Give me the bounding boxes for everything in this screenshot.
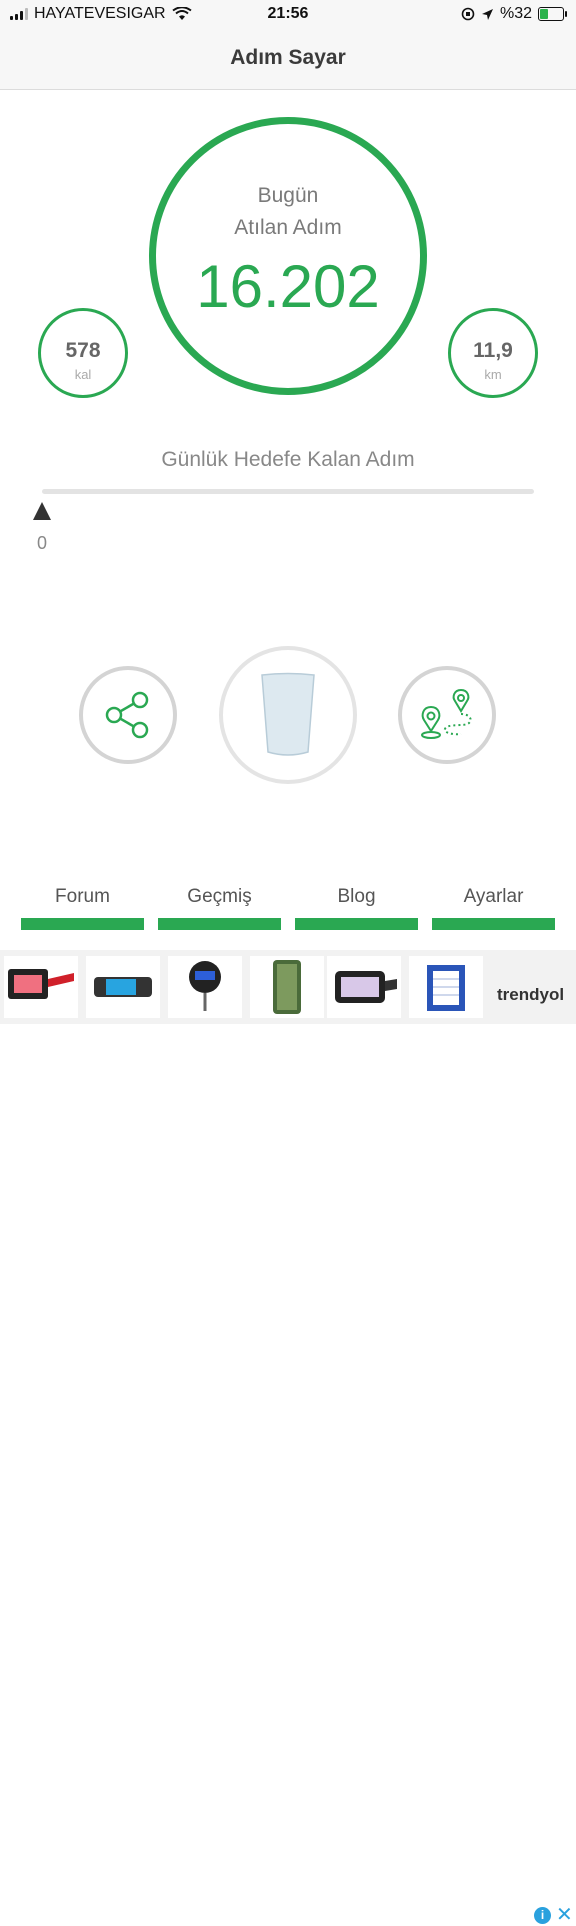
running-belt-image — [8, 969, 74, 999]
ad-brand-logo[interactable]: trendyol — [497, 985, 564, 1005]
ad-product-running-belt[interactable] — [4, 956, 78, 1018]
tab-forum[interactable]: Forum — [21, 886, 144, 930]
water-glass-icon — [261, 672, 315, 756]
tab-blog-label: Blog — [337, 886, 376, 907]
page-title: Adım Sayar — [230, 46, 346, 69]
step-count-circle: Bugün Atılan Adım 16.202 — [149, 117, 427, 395]
tab-blog-indicator — [295, 918, 418, 930]
orientation-lock-icon — [461, 7, 475, 21]
distance-circle: 11,9 km — [448, 308, 538, 398]
route-map-button[interactable] — [398, 666, 496, 764]
distance-value: 11,9 — [473, 339, 513, 362]
location-icon — [481, 8, 493, 20]
today-label: Bugün — [257, 184, 319, 207]
tab-forum-indicator — [21, 918, 144, 930]
goal-remaining-value: 0 — [37, 533, 48, 553]
ad-close-icon[interactable]: ✕ — [556, 1905, 573, 1925]
share-button[interactable] — [79, 666, 177, 764]
calories-value: 578 — [65, 339, 101, 362]
steps-taken-label: Atılan Adım — [234, 216, 342, 239]
calories-unit: kal — [74, 367, 92, 382]
tab-settings-indicator — [432, 918, 555, 930]
ad-product-running-belt-2[interactable] — [327, 956, 401, 1018]
progress-marker-icon — [33, 502, 51, 520]
navigation-bar: Adım Sayar — [0, 30, 576, 90]
vacuum-filter-image — [427, 965, 465, 1011]
tab-blog[interactable]: Blog — [295, 886, 418, 930]
daily-goal-remaining-label: Günlük Hedefe Kalan Adım — [161, 448, 415, 471]
ad-product-phone-armband[interactable] — [86, 956, 160, 1018]
tab-settings-label: Ayarlar — [463, 886, 524, 907]
status-right: %32 — [461, 5, 567, 23]
ad-banner[interactable]: i ✕ — [0, 950, 576, 1925]
share-icon — [105, 691, 149, 739]
phone-case-image — [273, 960, 301, 1014]
distance-unit: km — [484, 367, 502, 382]
battery-icon — [538, 7, 567, 21]
luggage-scale-image — [189, 961, 221, 1011]
step-count-value: 16.202 — [196, 253, 380, 320]
tab-history[interactable]: Geçmiş — [158, 886, 281, 930]
tab-history-label: Geçmiş — [187, 886, 252, 907]
tab-history-indicator — [158, 918, 281, 930]
ad-product-phone-case[interactable] — [250, 956, 324, 1018]
ad-info-icon[interactable]: i — [534, 1907, 551, 1924]
goal-progress-track — [42, 489, 534, 494]
ad-product-luggage-scale[interactable] — [168, 956, 242, 1018]
calories-circle: 578 kal — [38, 308, 128, 398]
status-bar: HAYATEVESIGAR 21:56 %32 — [0, 0, 576, 30]
tab-forum-label: Forum — [55, 886, 110, 907]
tab-settings[interactable]: Ayarlar — [432, 886, 555, 930]
route-map-icon — [421, 688, 472, 739]
running-belt-2-image — [335, 971, 397, 1003]
ad-product-vacuum-filter[interactable] — [409, 956, 483, 1018]
water-glass-button[interactable] — [219, 646, 357, 784]
phone-armband-image — [94, 977, 152, 997]
battery-percent: %32 — [499, 5, 532, 22]
